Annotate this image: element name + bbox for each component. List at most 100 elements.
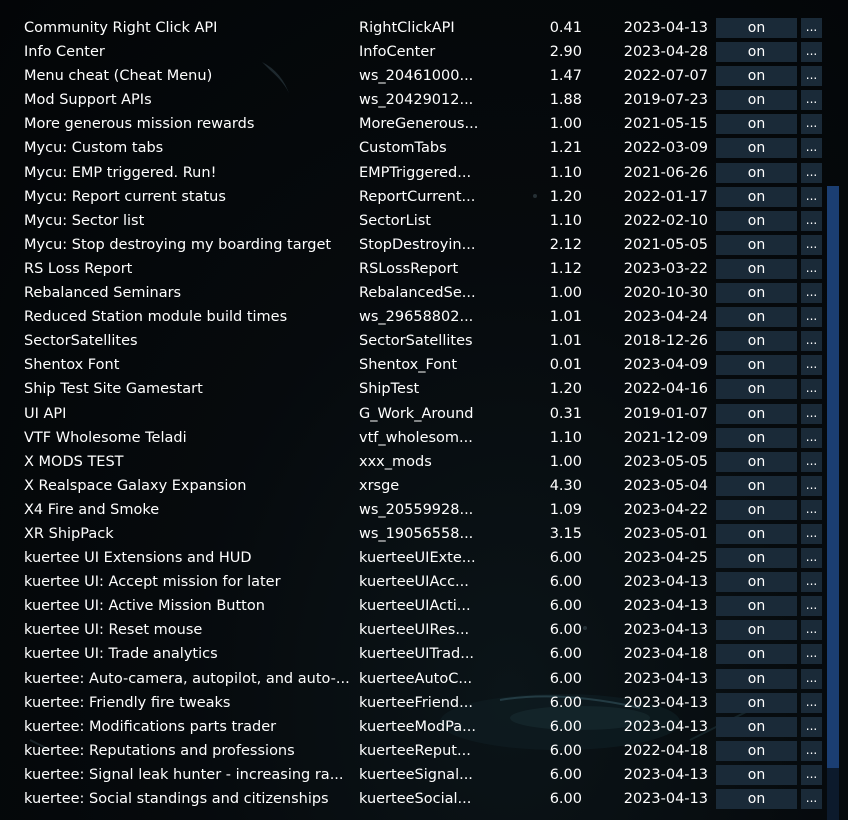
mod-toggle-button[interactable]: on <box>716 789 797 809</box>
mod-row[interactable]: Mod Support APIs ws_20429012... 1.88 2019-0… <box>0 88 848 112</box>
mod-toggle-button[interactable]: on <box>716 572 797 593</box>
mod-row[interactable]: kuertee UI: Accept mission for later kuer… <box>0 570 848 594</box>
mod-options-button[interactable]: ... <box>801 186 822 207</box>
mod-row[interactable]: X MODS TEST xxx_mods 1.00 2023-05-05 on... <box>0 450 848 474</box>
mod-options-button[interactable]: ... <box>801 451 822 472</box>
mod-toggle-button[interactable]: on <box>716 66 797 87</box>
mod-row[interactable]: Community Right Click API RightClickAPI 0.… <box>0 16 848 40</box>
mod-row[interactable]: kuertee: Modifications parts trader kuert… <box>0 715 848 739</box>
mod-options-button[interactable]: ... <box>801 258 822 279</box>
mod-row[interactable]: kuertee: Social standings and citizenshi… <box>0 787 848 811</box>
mod-options-button[interactable]: ... <box>801 523 822 544</box>
mod-options-button[interactable]: ... <box>801 764 822 785</box>
mod-toggle-button[interactable]: on <box>716 138 797 159</box>
mod-row[interactable]: Info Center InfoCenter 2.90 2023-04-28 on... <box>0 40 848 64</box>
mod-options-button[interactable]: ... <box>801 234 822 255</box>
mod-options-button[interactable]: ... <box>801 90 822 111</box>
mod-toggle-button[interactable]: on <box>716 114 797 135</box>
mod-row[interactable]: UI API G_Work_Around 0.31 2019-01-07 on... <box>0 402 848 426</box>
mod-row[interactable]: kuertee UI: Reset mouse kuerteeUIRes... 6.… <box>0 618 848 642</box>
mod-toggle-button[interactable]: on <box>716 451 797 472</box>
mod-toggle-button[interactable]: on <box>716 355 797 376</box>
mod-toggle-button[interactable]: on <box>716 740 797 761</box>
mod-options-button[interactable]: ... <box>801 114 822 135</box>
mod-options-button[interactable]: ... <box>801 572 822 593</box>
mod-row[interactable]: Mycu: EMP triggered. Run! EMPTriggered...… <box>0 161 848 185</box>
mod-row[interactable]: Ship Test Site Gamestart ShipTest 1.20 2022… <box>0 377 848 401</box>
mod-toggle-button[interactable]: on <box>716 210 797 231</box>
mod-row[interactable]: More generous mission rewards MoreGenerou… <box>0 112 848 136</box>
mod-row[interactable]: X Realspace Galaxy Expansion xrsge 4.30 202… <box>0 474 848 498</box>
mod-row[interactable]: RS Loss Report RSLossReport 1.12 2023-03-22… <box>0 257 848 281</box>
mod-toggle-button[interactable]: on <box>716 283 797 304</box>
mod-options-button[interactable]: ... <box>801 331 822 352</box>
mod-options-button[interactable]: ... <box>801 644 822 665</box>
mod-toggle-button[interactable]: on <box>716 523 797 544</box>
mod-row[interactable]: kuertee: Friendly fire tweaks kuerteeFrie… <box>0 691 848 715</box>
mod-row[interactable]: Reduced Station module build times ws_296… <box>0 305 848 329</box>
mod-row[interactable]: VTF Wholesome Teladi vtf_wholesom... 1.10 2… <box>0 426 848 450</box>
mod-options-button[interactable]: ... <box>801 692 822 713</box>
mod-options-button[interactable]: ... <box>801 210 822 231</box>
mod-options-button[interactable]: ... <box>801 138 822 159</box>
mod-row[interactable]: SectorSatellites SectorSatellites 1.01 2018… <box>0 329 848 353</box>
mod-toggle-button[interactable]: on <box>716 307 797 328</box>
mod-options-button[interactable]: ... <box>801 66 822 87</box>
mod-options-button[interactable]: ... <box>801 789 822 809</box>
mod-row[interactable]: X4 Fire and Smoke ws_20559928... 1.09 2023-… <box>0 498 848 522</box>
mod-toggle-button[interactable]: on <box>716 475 797 496</box>
mod-row[interactable]: kuertee: Reputations and professions kuer… <box>0 739 848 763</box>
mod-toggle-button[interactable]: on <box>716 716 797 737</box>
mod-toggle-button[interactable]: on <box>716 764 797 785</box>
mod-toggle-button[interactable]: on <box>716 331 797 352</box>
mod-toggle-button[interactable]: on <box>716 42 797 63</box>
mod-row[interactable]: Shentox Font Shentox_Font 0.01 2023-04-09 on… <box>0 353 848 377</box>
mod-toggle-button[interactable]: on <box>716 548 797 569</box>
mod-row[interactable]: Rebalanced Seminars RebalancedSe... 1.00 20… <box>0 281 848 305</box>
mod-row[interactable]: Menu cheat (Cheat Menu) ws_20461000... 1.4… <box>0 64 848 88</box>
mod-options-button[interactable]: ... <box>801 427 822 448</box>
mod-options-button[interactable]: ... <box>801 18 822 38</box>
mod-options-button[interactable]: ... <box>801 379 822 400</box>
mod-toggle-button[interactable]: on <box>716 499 797 520</box>
mod-row[interactable]: Mycu: Sector list SectorList 1.10 2022-02-1… <box>0 209 848 233</box>
mod-options-button[interactable]: ... <box>801 596 822 617</box>
mod-toggle-button[interactable]: on <box>716 403 797 424</box>
mod-toggle-button[interactable]: on <box>716 668 797 689</box>
mod-options-button[interactable]: ... <box>801 283 822 304</box>
mod-options-button[interactable]: ... <box>801 716 822 737</box>
mod-options-button[interactable]: ... <box>801 548 822 569</box>
mod-toggle-button[interactable]: on <box>716 18 797 38</box>
mod-row[interactable]: kuertee UI: Active Mission Button kuertee… <box>0 594 848 618</box>
mod-row[interactable]: Mycu: Custom tabs CustomTabs 1.21 2022-03-0… <box>0 136 848 160</box>
mod-toggle-button[interactable]: on <box>716 379 797 400</box>
mod-options-button[interactable]: ... <box>801 403 822 424</box>
mod-row[interactable]: kuertee: Signal leak hunter - increasing… <box>0 763 848 787</box>
mod-toggle-button[interactable]: on <box>716 596 797 617</box>
mod-options-button[interactable]: ... <box>801 740 822 761</box>
scrollbar-thumb[interactable] <box>827 186 839 768</box>
mod-options-button[interactable]: ... <box>801 307 822 328</box>
mod-options-button[interactable]: ... <box>801 475 822 496</box>
mod-options-button[interactable]: ... <box>801 162 822 183</box>
scrollbar-track-lower[interactable] <box>827 768 839 820</box>
mod-toggle-button[interactable]: on <box>716 692 797 713</box>
mod-toggle-button[interactable]: on <box>716 90 797 111</box>
mod-row[interactable]: XR ShipPack ws_19056558... 3.15 2023-05-01 o… <box>0 522 848 546</box>
mod-toggle-button[interactable]: on <box>716 644 797 665</box>
mod-row[interactable]: Mycu: Stop destroying my boarding target… <box>0 233 848 257</box>
mod-options-button[interactable]: ... <box>801 499 822 520</box>
mod-row[interactable]: kuertee UI: Trade analytics kuerteeUITrad… <box>0 642 848 666</box>
mod-options-button[interactable]: ... <box>801 42 822 63</box>
mod-row[interactable]: Mycu: Report current status ReportCurrent… <box>0 185 848 209</box>
mod-toggle-button[interactable]: on <box>716 162 797 183</box>
mod-row[interactable]: kuertee UI Extensions and HUD kuerteeUIEx… <box>0 546 848 570</box>
scrollbar[interactable] <box>826 0 840 820</box>
mod-options-button[interactable]: ... <box>801 668 822 689</box>
mod-toggle-button[interactable]: on <box>716 620 797 641</box>
mod-toggle-button[interactable]: on <box>716 258 797 279</box>
mod-options-button[interactable]: ... <box>801 620 822 641</box>
mod-toggle-button[interactable]: on <box>716 234 797 255</box>
mod-row[interactable]: kuertee: Auto-camera, autopilot, and aut… <box>0 667 848 691</box>
mod-toggle-button[interactable]: on <box>716 427 797 448</box>
